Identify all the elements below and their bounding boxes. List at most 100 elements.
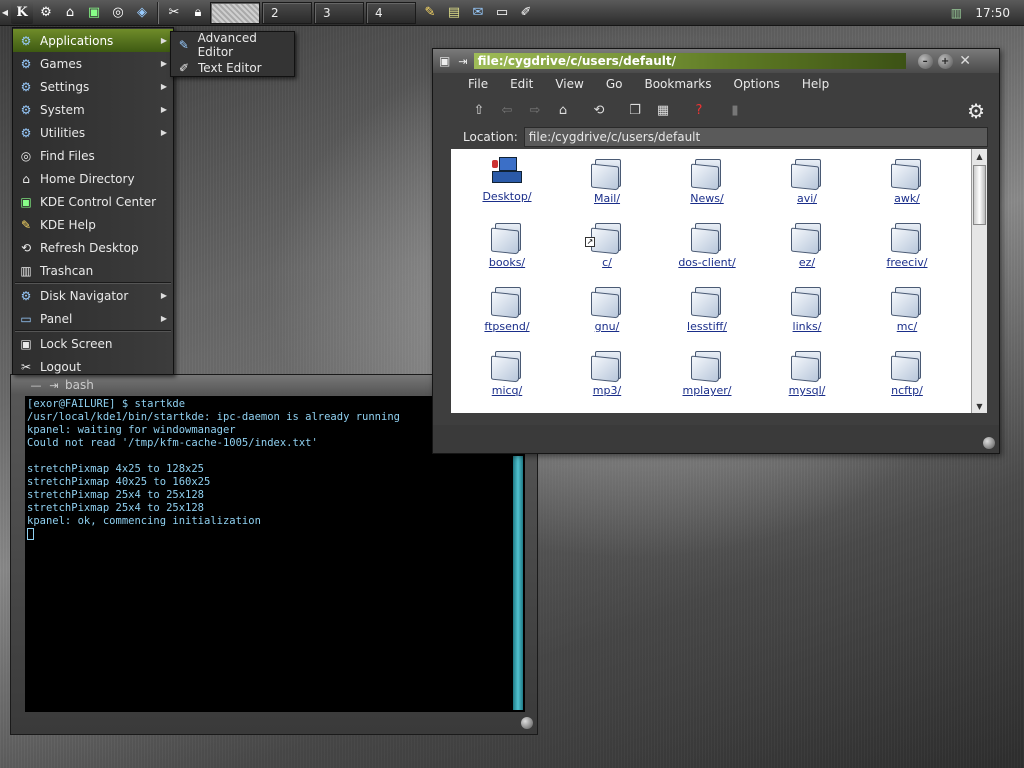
notes-launcher-icon[interactable]: ▤	[443, 2, 465, 24]
file-item[interactable]: avi/	[757, 157, 857, 221]
k-menu-button[interactable]: K	[11, 1, 33, 24]
menu-go[interactable]: Go	[606, 77, 623, 91]
file-view-scrollbar[interactable]: ▲ ▼	[971, 149, 987, 413]
file-item[interactable]: freeciv/	[857, 221, 957, 285]
menu-item-trashcan[interactable]: ▥ Trashcan	[13, 259, 173, 282]
file-view[interactable]: Desktop/Mail/News/avi/awk/books/ ↗ c/dos-c…	[451, 149, 971, 413]
home-launcher-icon[interactable]: ⌂	[59, 2, 81, 24]
window-list-icon[interactable]: ▥	[947, 4, 965, 22]
file-item[interactable]: mysql/	[757, 349, 857, 413]
clock[interactable]: 17:50	[975, 6, 1010, 20]
file-item[interactable]: Desktop/	[457, 157, 557, 221]
kfm-launcher-icon[interactable]: ✉	[467, 2, 489, 24]
taskbar-left-arrow[interactable]: ◀	[0, 1, 10, 25]
up-arrow-icon[interactable]: ⇧	[469, 100, 489, 120]
menu-options[interactable]: Options	[734, 77, 780, 91]
menu-item-lock-screen[interactable]: ▣ Lock Screen	[13, 332, 173, 355]
menu-edit[interactable]: Edit	[510, 77, 533, 91]
file-item[interactable]: mplayer/	[657, 349, 757, 413]
menu-item-label: KDE Help	[40, 217, 96, 232]
mail-launcher-icon[interactable]: ✐	[515, 2, 537, 24]
window-menu-icon[interactable]: ▣	[439, 54, 450, 68]
find-launcher-icon[interactable]: ◎	[107, 2, 129, 24]
maximize-icon[interactable]: +	[937, 53, 953, 69]
desktop-1-button[interactable]	[210, 1, 260, 24]
help-icon[interactable]: ?	[689, 100, 709, 120]
menu-item-logout[interactable]: ✂ Logout	[13, 355, 173, 378]
minimize-icon[interactable]: –	[917, 53, 933, 69]
menu-item-kde-help[interactable]: ✎ KDE Help	[13, 213, 173, 236]
desktop-3-button[interactable]: 3	[314, 1, 364, 24]
menu-bookmarks[interactable]: Bookmarks	[644, 77, 711, 91]
file-item[interactable]: ftpsend/	[457, 285, 557, 349]
gear-icon[interactable]: ⚙	[967, 99, 985, 123]
file-item[interactable]: ↗ c/	[557, 221, 657, 285]
menu-view[interactable]: View	[555, 77, 583, 91]
terminal-scrollbar[interactable]	[513, 456, 523, 710]
terminal-launcher-icon[interactable]: ▭	[491, 2, 513, 24]
menu-item-find-files[interactable]: ◎ Find Files	[13, 144, 173, 167]
sticky-icon[interactable]: ⇥	[47, 379, 61, 392]
desktop-4-button[interactable]: 4	[366, 1, 416, 24]
menu-item-home-directory[interactable]: ⌂ Home Directory	[13, 167, 173, 190]
home-icon[interactable]: ⌂	[553, 100, 573, 120]
terminal-title: bash	[65, 378, 94, 392]
file-manager-titlebar[interactable]: ▣ ⇥ file:/cygdrive/c/users/default/ – + …	[433, 49, 999, 73]
file-item[interactable]: gnu/	[557, 285, 657, 349]
scroll-thumb[interactable]	[973, 165, 986, 225]
back-arrow-icon[interactable]: ⇦	[497, 100, 517, 120]
file-item[interactable]: links/	[757, 285, 857, 349]
minimize-icon[interactable]: —	[29, 379, 43, 392]
menu-item-advanced-editor[interactable]: ✎ Advanced Editor	[171, 31, 294, 59]
utilities-icon: ⚙	[20, 125, 32, 140]
file-item-label: Mail/	[593, 192, 621, 205]
file-item[interactable]: books/	[457, 221, 557, 285]
stop-icon[interactable]: ▮	[725, 100, 745, 120]
editor-launcher-icon[interactable]: ✎	[419, 2, 441, 24]
menu-item-settings[interactable]: ⚙ Settings ▶	[13, 75, 173, 98]
file-item[interactable]: mp3/	[557, 349, 657, 413]
file-item[interactable]: dos-client/	[657, 221, 757, 285]
menu-item-text-editor[interactable]: ✐ Text Editor	[171, 56, 294, 79]
menu-item-refresh-desktop[interactable]: ⟲ Refresh Desktop	[13, 236, 173, 259]
file-grid: Desktop/Mail/News/avi/awk/books/ ↗ c/dos-c…	[451, 149, 971, 413]
copy-icon[interactable]: ❐	[625, 100, 645, 120]
desktop-2-button[interactable]: 2	[262, 1, 312, 24]
applications-launcher-icon[interactable]: ⚙	[35, 2, 57, 24]
file-item[interactable]: ez/	[757, 221, 857, 285]
menu-item-utilities[interactable]: ⚙ Utilities ▶	[13, 121, 173, 144]
file-item[interactable]: lesstiff/	[657, 285, 757, 349]
file-item[interactable]: mc/	[857, 285, 957, 349]
reload-icon[interactable]: ⟲	[589, 100, 609, 120]
file-item[interactable]: micq/	[457, 349, 557, 413]
menu-item-applications[interactable]: ⚙ Applications ▶	[13, 29, 173, 52]
menu-item-games[interactable]: ⚙ Games ▶	[13, 52, 173, 75]
file-manager-resize-handle[interactable]	[983, 437, 995, 449]
file-item[interactable]: awk/	[857, 157, 957, 221]
menu-item-panel[interactable]: ▭ Panel ▶	[13, 307, 173, 330]
control-center-launcher-icon[interactable]: ▣	[83, 2, 105, 24]
sticky-icon[interactable]: ⇥	[458, 55, 467, 68]
menu-item-system[interactable]: ⚙ System ▶	[13, 98, 173, 121]
package-launcher-icon[interactable]: ◈	[131, 2, 153, 24]
menu-item-label: System	[40, 102, 85, 117]
scroll-up-icon[interactable]: ▲	[972, 149, 987, 163]
logout-launcher-icon[interactable]: ✂	[163, 2, 185, 24]
close-icon[interactable]: ✕	[958, 53, 973, 69]
menu-file[interactable]: File	[468, 77, 488, 91]
scroll-down-icon[interactable]: ▼	[972, 399, 987, 413]
terminal-resize-handle[interactable]	[521, 717, 533, 729]
location-bar: Location: file:/cygdrive/c/users/default	[433, 125, 999, 149]
lock-launcher-icon[interactable]: 🔒︎	[187, 2, 209, 24]
menu-item-kde-control-center[interactable]: ▣ KDE Control Center	[13, 190, 173, 213]
paste-icon[interactable]: ▦	[653, 100, 673, 120]
menu-item-disk-navigator[interactable]: ⚙ Disk Navigator ▶	[13, 284, 173, 307]
file-item[interactable]: Mail/	[557, 157, 657, 221]
location-input[interactable]: file:/cygdrive/c/users/default	[523, 127, 988, 147]
forward-arrow-icon[interactable]: ⇨	[525, 100, 545, 120]
file-item[interactable]: ncftp/	[857, 349, 957, 413]
menu-help[interactable]: Help	[802, 77, 829, 91]
menu-item-label: Applications	[40, 33, 114, 48]
file-item[interactable]: News/	[657, 157, 757, 221]
file-item-label: c/	[602, 256, 612, 269]
